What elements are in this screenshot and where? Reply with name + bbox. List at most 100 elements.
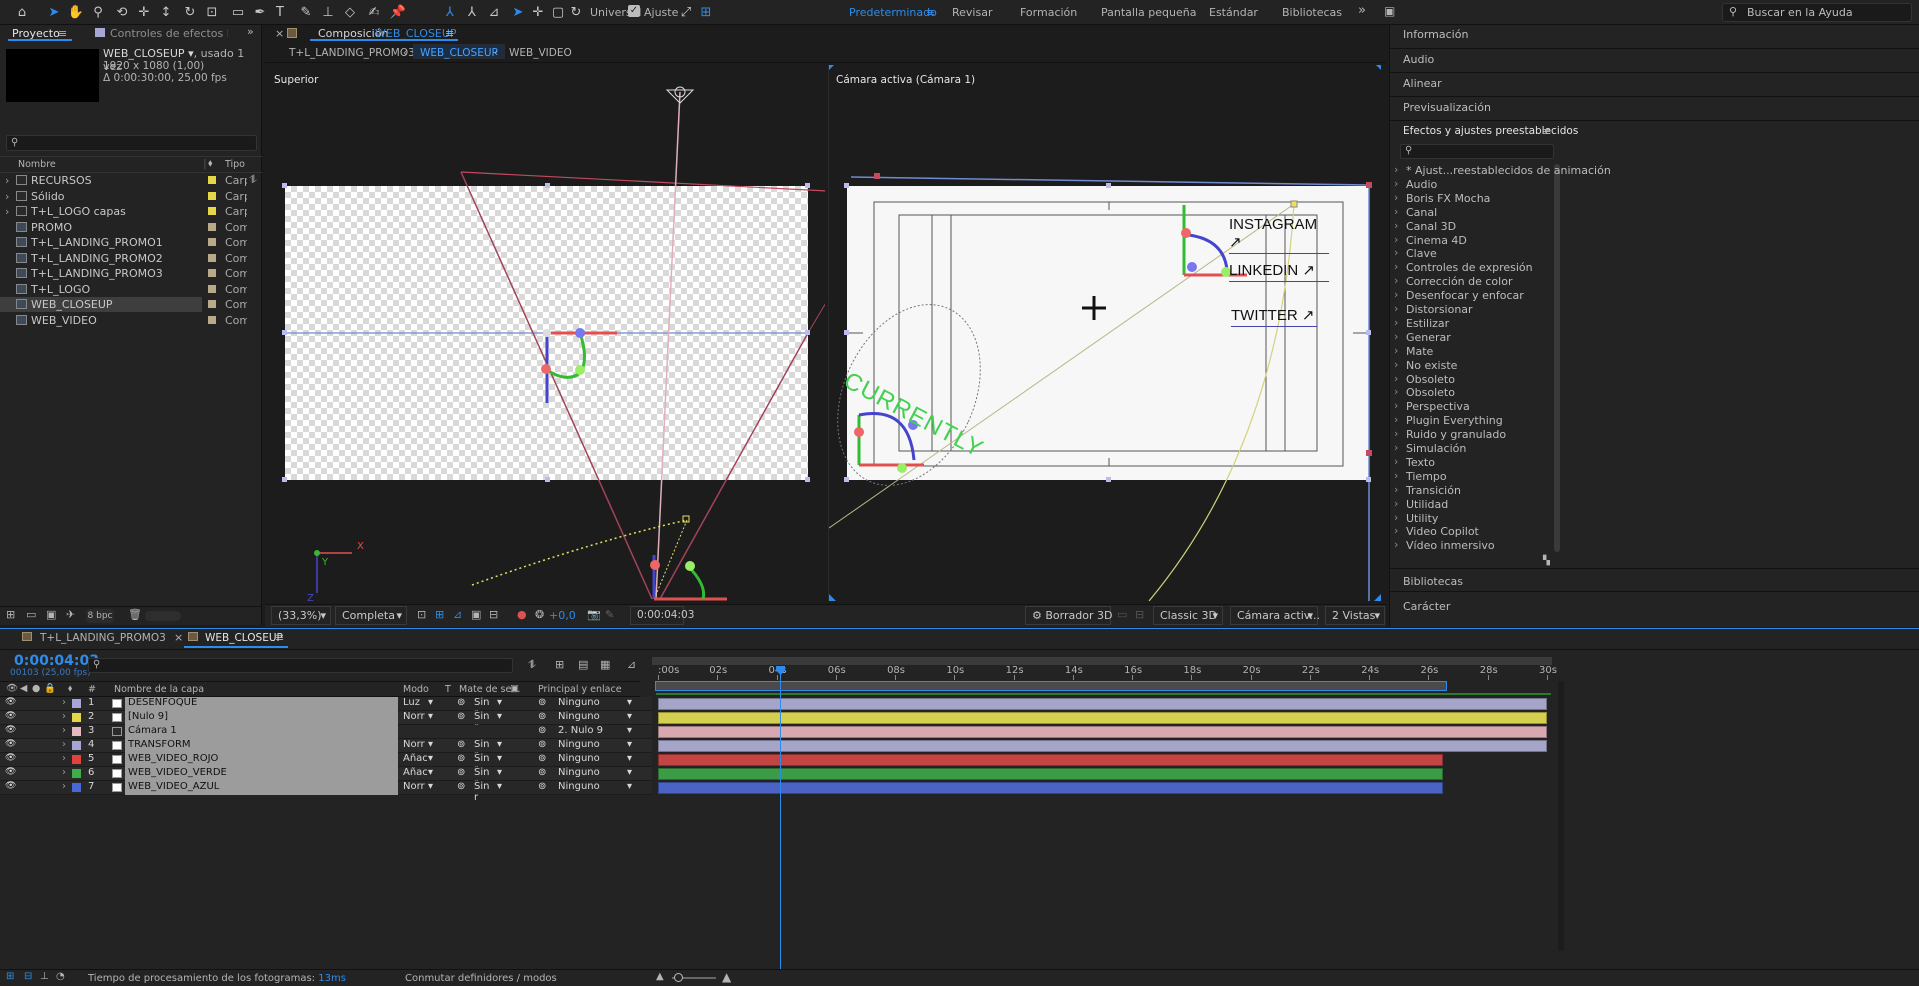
col-switches-icon[interactable]: ▣ bbox=[510, 683, 519, 694]
panel-audio[interactable]: Audio bbox=[1403, 53, 1434, 66]
track-matte-icon[interactable]: ⊚ bbox=[457, 711, 465, 722]
effects-category-item[interactable]: Mate bbox=[1394, 344, 1433, 358]
zoom-in-icon[interactable]: ▲ bbox=[722, 970, 731, 984]
effects-scrollbar[interactable] bbox=[1554, 164, 1560, 552]
workspace-predeterminado[interactable]: Predeterminado bbox=[849, 6, 937, 19]
snap-options-icon[interactable]: ⤢ bbox=[676, 3, 696, 22]
orbit-camera-icon[interactable]: ⟲ bbox=[112, 3, 132, 22]
effects-category-item[interactable]: Boris FX Mocha bbox=[1394, 191, 1491, 205]
selection-tool-icon[interactable]: ➤ bbox=[44, 3, 64, 22]
more-workspaces-icon[interactable]: » bbox=[1358, 3, 1366, 18]
layer-row[interactable]: 👁›6WEB_VIDEO_VERDEAñac▾⊚Sin r▾⊚Ninguno▾ bbox=[0, 767, 652, 789]
rotate-tool-icon[interactable]: ↻ bbox=[180, 3, 200, 22]
layer-duration-bar[interactable] bbox=[658, 698, 1547, 710]
expand-arrow-icon[interactable]: › bbox=[5, 205, 9, 218]
zoom-out-icon[interactable]: ▲ bbox=[656, 971, 664, 982]
effects-category-item[interactable]: Ruido y granulado bbox=[1394, 427, 1506, 441]
layer-parent-dropdown[interactable]: Ninguno ▾ bbox=[558, 739, 634, 750]
label-header-icon[interactable]: ⬧ bbox=[68, 683, 72, 694]
pan-camera-icon[interactable]: ✛ bbox=[134, 3, 154, 22]
puppet-pin-icon[interactable]: 📌 bbox=[388, 3, 408, 22]
flowchart-icon[interactable]: ⥮ bbox=[249, 173, 257, 187]
effects-category-item[interactable]: Obsoleto bbox=[1394, 372, 1455, 386]
toggle-switches-modes[interactable]: Conmutar definidores / modos bbox=[405, 973, 557, 984]
parent-pickwhip-icon[interactable]: ⊚ bbox=[538, 711, 546, 722]
view-axis-icon[interactable]: ⊿ bbox=[484, 3, 504, 22]
help-search-input[interactable]: ⚲ Buscar en la Ayuda bbox=[1722, 3, 1912, 22]
new-comp-icon[interactable]: ▣ bbox=[46, 608, 56, 621]
layer-name-field[interactable]: TRANSFORM bbox=[125, 739, 398, 753]
visibility-eye-icon[interactable]: 👁 bbox=[5, 711, 16, 721]
panel-bibliotecas[interactable]: Bibliotecas bbox=[1403, 575, 1463, 588]
layer-duration-bar[interactable] bbox=[658, 740, 1547, 752]
solo-header-icon[interactable]: ● bbox=[32, 683, 40, 694]
rectangle-tool-icon[interactable]: ▭ bbox=[228, 3, 248, 22]
effects-category-item[interactable]: Generar bbox=[1394, 330, 1451, 344]
interpret-footage-icon[interactable]: ⊞ bbox=[6, 608, 15, 621]
workspace-estandar[interactable]: Estándar bbox=[1209, 6, 1258, 19]
comp-button-icon[interactable]: ⊞ bbox=[6, 971, 14, 982]
region-of-interest-icon[interactable]: ▣ bbox=[471, 608, 481, 621]
new-preset-icon[interactable]: ▚ bbox=[1543, 556, 1550, 566]
3d-move-icon[interactable]: ✛ bbox=[528, 3, 548, 22]
panel-overflow-icon[interactable]: » bbox=[247, 25, 254, 38]
project-search-input[interactable]: ⚲ bbox=[6, 135, 257, 151]
close-comp-icon[interactable]: × bbox=[275, 27, 284, 40]
visibility-eye-icon[interactable]: 👁 bbox=[5, 697, 16, 707]
panel-previsualizacion[interactable]: Previsualización bbox=[1403, 101, 1491, 114]
effects-category-item[interactable]: Audio bbox=[1394, 177, 1437, 191]
layer-name-field[interactable]: WEB_VIDEO_ROJO bbox=[125, 753, 398, 767]
local-axis-icon[interactable]: ⅄ bbox=[440, 3, 460, 22]
visibility-eye-icon[interactable]: 👁 bbox=[5, 753, 16, 763]
lock-header-icon[interactable]: 🔒 bbox=[44, 683, 56, 694]
thumbnail-slider[interactable] bbox=[145, 611, 181, 621]
layer-name-field[interactable]: Cámara 1 bbox=[125, 725, 398, 739]
layer-parent-dropdown[interactable]: Ninguno ▾ bbox=[558, 753, 634, 764]
extended-viewer-icon[interactable]: ▭ bbox=[1117, 608, 1127, 621]
tab-effects-controls[interactable]: Controles de efectos DESENFOQUE bbox=[110, 27, 228, 40]
effects-category-item[interactable]: Plugin Everything bbox=[1394, 413, 1503, 427]
layer-parent-dropdown[interactable]: Ninguno ▾ bbox=[558, 767, 634, 778]
layer-parent-dropdown[interactable]: Ninguno ▾ bbox=[558, 711, 634, 722]
track-matte-icon[interactable]: ⊚ bbox=[457, 767, 465, 778]
layer-parent-dropdown[interactable]: Ninguno ▾ bbox=[558, 781, 634, 792]
parent-pickwhip-icon[interactable]: ⊚ bbox=[538, 739, 546, 750]
layer-matte-dropdown[interactable]: Sin r bbox=[474, 781, 496, 803]
shy-layers-icon[interactable]: ▤ bbox=[578, 658, 588, 671]
layer-label-swatch[interactable] bbox=[72, 699, 81, 708]
col-layer-name[interactable]: Nombre de la capa bbox=[114, 684, 204, 695]
dolly-camera-icon[interactable]: ↕ bbox=[156, 3, 176, 22]
visibility-eye-icon[interactable]: 👁 bbox=[5, 767, 16, 777]
layer-duration-bar[interactable] bbox=[658, 754, 1444, 766]
close-timeline-tab-icon[interactable]: × bbox=[174, 631, 183, 644]
effects-category-item[interactable]: Tiempo bbox=[1394, 469, 1447, 483]
layer-label-swatch[interactable] bbox=[72, 769, 81, 778]
parent-pickwhip-icon[interactable]: ⊚ bbox=[538, 697, 546, 708]
effects-category-item[interactable]: Utility bbox=[1394, 511, 1438, 525]
hand-tool-icon[interactable]: ✋ bbox=[66, 3, 86, 22]
timeline-scrollbar[interactable] bbox=[1558, 681, 1564, 951]
effects-menu-icon[interactable]: ≡ bbox=[1542, 125, 1551, 138]
breadcrumb-current[interactable]: WEB_CLOSEUP bbox=[413, 44, 505, 59]
expand-arrow-icon[interactable]: › bbox=[5, 174, 9, 187]
effects-category-item[interactable]: Canal bbox=[1394, 205, 1437, 219]
pen-tool-icon[interactable]: ✒ bbox=[250, 3, 270, 22]
effects-category-item[interactable]: No existe bbox=[1394, 358, 1458, 372]
3d-selection-icon[interactable]: ➤ bbox=[508, 3, 528, 22]
effects-category-item[interactable]: Controles de expresión bbox=[1394, 260, 1533, 274]
grid-guides-icon[interactable]: ⊟ bbox=[489, 608, 498, 621]
timeline-zoom-slider[interactable] bbox=[672, 973, 716, 982]
layer-row[interactable]: 👁›1DESENFOQUELuz▾⊚Sin r▾⊚Ninguno▾ bbox=[0, 697, 652, 719]
fast-preview-icon[interactable]: ⊡ bbox=[417, 608, 426, 621]
3d-rotate-icon[interactable]: ↻ bbox=[566, 3, 586, 22]
col-t[interactable]: T bbox=[445, 684, 451, 695]
current-timecode[interactable]: 0:00:04:03 bbox=[14, 653, 99, 669]
timeline-tab-web-closeup[interactable]: WEB_CLOSEUP bbox=[205, 632, 283, 644]
frame-blending-icon[interactable]: ▦ bbox=[600, 658, 610, 671]
transfer-controls-icon[interactable]: ⊥ bbox=[40, 971, 49, 982]
col-parent[interactable]: Principal y enlace bbox=[538, 684, 622, 695]
parent-pickwhip-icon[interactable]: ⊚ bbox=[538, 781, 546, 792]
transparency-grid-icon[interactable]: ⊞ bbox=[435, 608, 444, 621]
layer-name-field[interactable]: [Nulo 9] bbox=[125, 711, 398, 725]
draft-3d-toggle-icon[interactable]: ⊞ bbox=[555, 658, 564, 671]
